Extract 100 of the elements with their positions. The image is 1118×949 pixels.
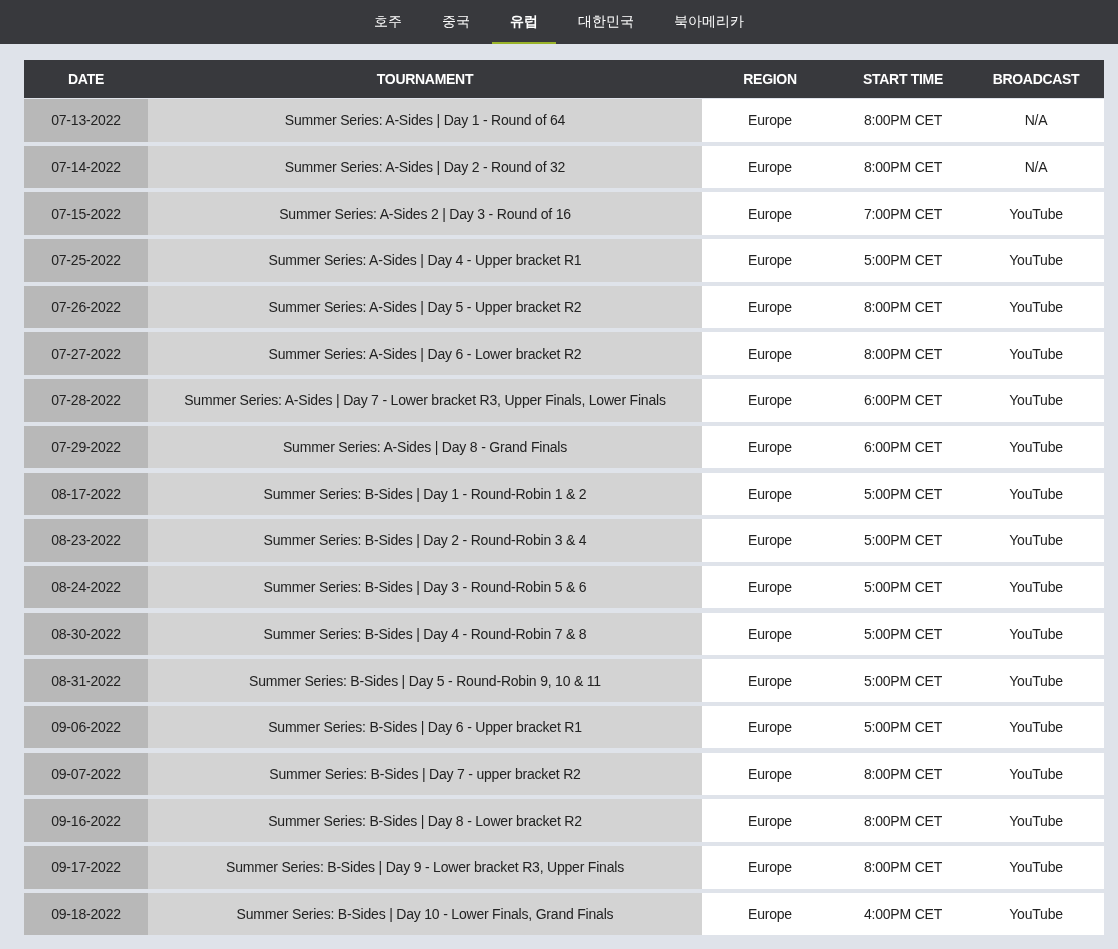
region-tab[interactable]: 북아메리카 [656,0,762,44]
date-cell: 07-13-2022 [24,99,148,142]
broadcast-cell: YouTube [968,799,1104,842]
broadcast-cell: N/A [968,145,1104,189]
region-cell: Europe [702,705,838,749]
broadcast-cell: YouTube [968,425,1104,469]
region-cell: Europe [702,752,838,796]
column-header: TOURNAMENT [375,70,475,89]
tournament-cell: Summer Series: B-Sides | Day 1 - Round-Robin 1 & 2 [148,472,702,515]
region-cell: Europe [702,145,838,189]
region-cell: Europe [702,519,838,562]
broadcast-cell: YouTube [968,332,1104,375]
start-time-cell: 8:00PM CET [838,145,968,189]
start-time-cell: 5:00PM CET [838,239,968,282]
region-cell: Europe [702,472,838,515]
start-time-cell: 5:00PM CET [838,705,968,749]
date-cell: 07-28-2022 [24,379,148,422]
region-tab[interactable]: 중국 [424,0,488,44]
region-cell: Europe [702,239,838,282]
region-cell: Europe [702,192,838,235]
column-header: DATE [67,70,105,89]
region-cell: Europe [702,612,838,656]
broadcast-cell: YouTube [968,565,1104,609]
tournament-cell: Summer Series: A-Sides | Day 5 - Upper bracket R2 [148,285,702,329]
start-time-cell: 8:00PM CET [838,799,968,842]
tournament-cell: Summer Series: A-Sides | Day 8 - Grand Finals [148,425,702,469]
broadcast-cell: YouTube [968,752,1104,796]
date-cell: 09-17-2022 [24,846,148,889]
date-cell: 07-25-2022 [24,239,148,282]
start-time-cell: 8:00PM CET [838,846,968,889]
date-cell: 08-30-2022 [24,612,148,656]
broadcast-cell: YouTube [968,285,1104,329]
tournament-cell: Summer Series: A-Sides | Day 6 - Lower bracket R2 [148,332,702,375]
broadcast-cell: YouTube [968,519,1104,562]
broadcast-cell: YouTube [968,612,1104,656]
start-time-cell: 8:00PM CET [838,332,968,375]
tournament-cell: Summer Series: A-Sides | Day 4 - Upper bracket R1 [148,239,702,282]
region-cell: Europe [702,659,838,702]
start-time-cell: 5:00PM CET [838,565,968,609]
start-time-cell: 5:00PM CET [838,519,968,562]
start-time-cell: 5:00PM CET [838,659,968,702]
tournament-cell: Summer Series: B-Sides | Day 4 - Round-Robin 7 & 8 [148,612,702,656]
date-cell: 08-23-2022 [24,519,148,562]
region-cell: Europe [702,565,838,609]
broadcast-cell: YouTube [968,659,1104,702]
start-time-cell: 5:00PM CET [838,612,968,656]
tournament-cell: Summer Series: B-Sides | Day 8 - Lower bracket R2 [148,799,702,842]
tournament-cell: Summer Series: B-Sides | Day 5 - Round-Robin 9, 10 & 11 [148,659,702,702]
start-time-cell: 8:00PM CET [838,752,968,796]
start-time-cell: 6:00PM CET [838,425,968,469]
column-header: REGION [742,70,798,89]
broadcast-cell: YouTube [968,472,1104,515]
tournament-cell: Summer Series: B-Sides | Day 6 - Upper bracket R1 [148,705,702,749]
date-cell: 09-07-2022 [24,752,148,796]
region-tab[interactable]: 대한민국 [560,0,652,44]
date-cell: 07-14-2022 [24,145,148,189]
tournament-cell: Summer Series: B-Sides | Day 2 - Round-Robin 3 & 4 [148,519,702,562]
tournament-cell: Summer Series: A-Sides | Day 7 - Lower bracket R3, Upper Finals, Lower Finals [148,379,702,422]
date-cell: 07-26-2022 [24,285,148,329]
start-time-cell: 7:00PM CET [838,192,968,235]
region-cell: Europe [702,332,838,375]
tournament-cell: Summer Series: A-Sides 2 | Day 3 - Round of 16 [148,192,702,235]
date-cell: 07-29-2022 [24,425,148,469]
tournament-cell: Summer Series: B-Sides | Day 10 - Lower Finals, Grand Finals [148,892,702,936]
date-cell: 08-24-2022 [24,565,148,609]
region-cell: Europe [702,379,838,422]
broadcast-cell: YouTube [968,239,1104,282]
tournament-cell: Summer Series: B-Sides | Day 9 - Lower bracket R3, Upper Finals [148,846,702,889]
region-cell: Europe [702,285,838,329]
tournament-cell: Summer Series: B-Sides | Day 3 - Round-Robin 5 & 6 [148,565,702,609]
start-time-cell: 4:00PM CET [838,892,968,936]
region-cell: Europe [702,846,838,889]
date-cell: 07-15-2022 [24,192,148,235]
start-time-cell: 8:00PM CET [838,99,968,142]
region-cell: Europe [702,892,838,936]
broadcast-cell: YouTube [968,705,1104,749]
start-time-cell: 6:00PM CET [838,379,968,422]
date-cell: 09-06-2022 [24,705,148,749]
region-cell: Europe [702,799,838,842]
date-cell: 08-17-2022 [24,472,148,515]
tournament-cell: Summer Series: B-Sides | Day 7 - upper bracket R2 [148,752,702,796]
column-header: START TIME [862,70,944,89]
broadcast-cell: YouTube [968,846,1104,889]
start-time-cell: 5:00PM CET [838,472,968,515]
region-tab[interactable]: 유럽 [492,0,556,44]
tournament-cell: Summer Series: A-Sides | Day 2 - Round of 32 [148,145,702,189]
date-cell: 08-31-2022 [24,659,148,702]
broadcast-cell: YouTube [968,192,1104,235]
start-time-cell: 8:00PM CET [838,285,968,329]
region-tab[interactable]: 호주 [356,0,420,44]
date-cell: 09-16-2022 [24,799,148,842]
broadcast-cell: YouTube [968,379,1104,422]
tournament-cell: Summer Series: A-Sides | Day 1 - Round of 64 [148,99,702,142]
broadcast-cell: N/A [968,99,1104,142]
date-cell: 07-27-2022 [24,332,148,375]
region-cell: Europe [702,99,838,142]
region-cell: Europe [702,425,838,469]
column-header: BROADCAST [991,70,1081,89]
date-cell: 09-18-2022 [24,892,148,936]
broadcast-cell: YouTube [968,892,1104,936]
